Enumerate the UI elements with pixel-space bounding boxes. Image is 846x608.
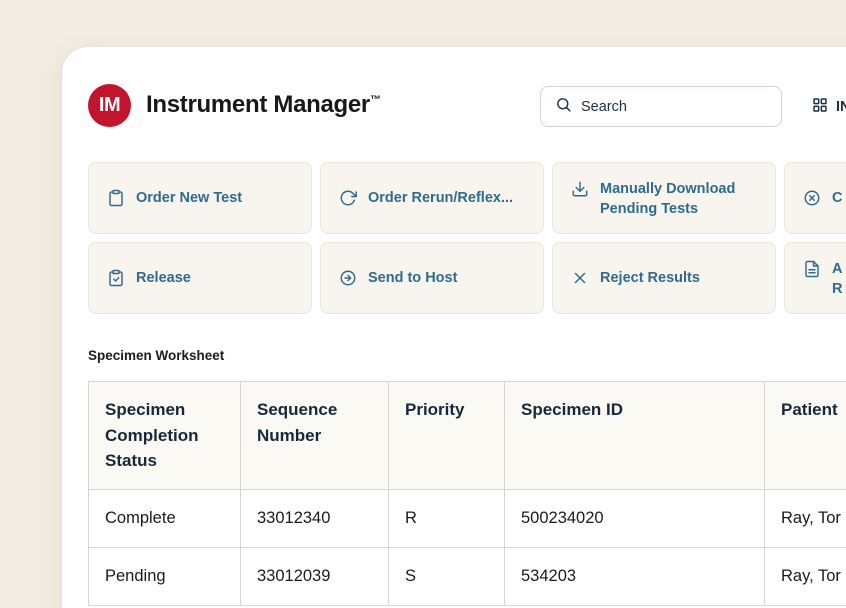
report-button[interactable]: A R <box>784 242 846 314</box>
release-button[interactable]: Release <box>88 242 312 314</box>
app-window: IM Instrument Manager™ Search IN Order N… <box>0 0 846 608</box>
trademark-symbol: ™ <box>370 94 381 106</box>
report-label: A R <box>832 259 842 299</box>
column-header-sequence-number: Sequence Number <box>241 382 389 490</box>
clipboard-icon <box>107 189 125 207</box>
cell-priority: S <box>389 547 505 605</box>
release-label: Release <box>136 268 191 288</box>
send-to-host-button[interactable]: Send to Host <box>320 242 544 314</box>
app-logo: IM <box>88 84 131 127</box>
order-rerun-reflex-button[interactable]: Order Rerun/Reflex... <box>320 162 544 234</box>
worksheet-title: Specimen Worksheet <box>88 348 224 363</box>
manually-download-pending-tests-button[interactable]: Manually Download Pending Tests <box>552 162 776 234</box>
circle-x-icon <box>803 189 821 207</box>
clipboard-check-icon <box>107 269 125 287</box>
cell-specimen-id: 534203 <box>505 547 765 605</box>
download-icon <box>571 180 589 198</box>
column-header-priority: Priority <box>389 382 505 490</box>
order-new-test-button[interactable]: Order New Test <box>88 162 312 234</box>
nav-apps-item[interactable]: IN <box>812 96 846 118</box>
column-header-specimen-completion-status: Specimen Completion Status <box>89 382 241 490</box>
cell-patient: Ray, Tor <box>765 489 846 547</box>
send-icon <box>339 269 357 287</box>
table-row[interactable]: Pending 33012039 S 534203 Ray, Tor <box>89 547 846 605</box>
rerun-icon <box>339 189 357 207</box>
table-row[interactable]: Complete 33012340 R 500234020 Ray, Tor <box>89 489 846 547</box>
cancel-button[interactable]: C <box>784 162 846 234</box>
cell-status: Complete <box>89 489 241 547</box>
column-header-specimen-id: Specimen ID <box>505 382 765 490</box>
page-title: Instrument Manager™ <box>146 91 381 119</box>
search-icon <box>555 96 572 117</box>
app-title-text: Instrument Manager <box>146 91 370 118</box>
order-rerun-reflex-label: Order Rerun/Reflex... <box>368 188 513 208</box>
cell-sequence-number: 33012039 <box>241 547 389 605</box>
specimen-worksheet-table: Specimen Completion Status Sequence Numb… <box>88 381 846 606</box>
cell-specimen-id: 500234020 <box>505 489 765 547</box>
manually-download-pending-tests-label: Manually Download Pending Tests <box>600 179 757 219</box>
cell-sequence-number: 33012340 <box>241 489 389 547</box>
cell-patient: Ray, Tor <box>765 547 846 605</box>
document-icon <box>803 260 821 278</box>
app-card: IM Instrument Manager™ Search IN Order N… <box>62 47 846 608</box>
x-icon <box>571 269 589 287</box>
search-input[interactable]: Search <box>540 86 782 127</box>
cancel-label: C <box>832 188 842 208</box>
cell-priority: R <box>389 489 505 547</box>
search-label: Search <box>581 99 627 115</box>
app-logo-text: IM <box>99 94 120 117</box>
nav-apps-label: IN <box>836 99 846 115</box>
order-new-test-label: Order New Test <box>136 188 242 208</box>
table-header-row: Specimen Completion Status Sequence Numb… <box>89 382 846 490</box>
reject-results-button[interactable]: Reject Results <box>552 242 776 314</box>
cell-status: Pending <box>89 547 241 605</box>
grid-icon <box>812 97 828 117</box>
send-to-host-label: Send to Host <box>368 268 457 288</box>
reject-results-label: Reject Results <box>600 268 700 288</box>
column-header-patient: Patient <box>765 382 846 490</box>
